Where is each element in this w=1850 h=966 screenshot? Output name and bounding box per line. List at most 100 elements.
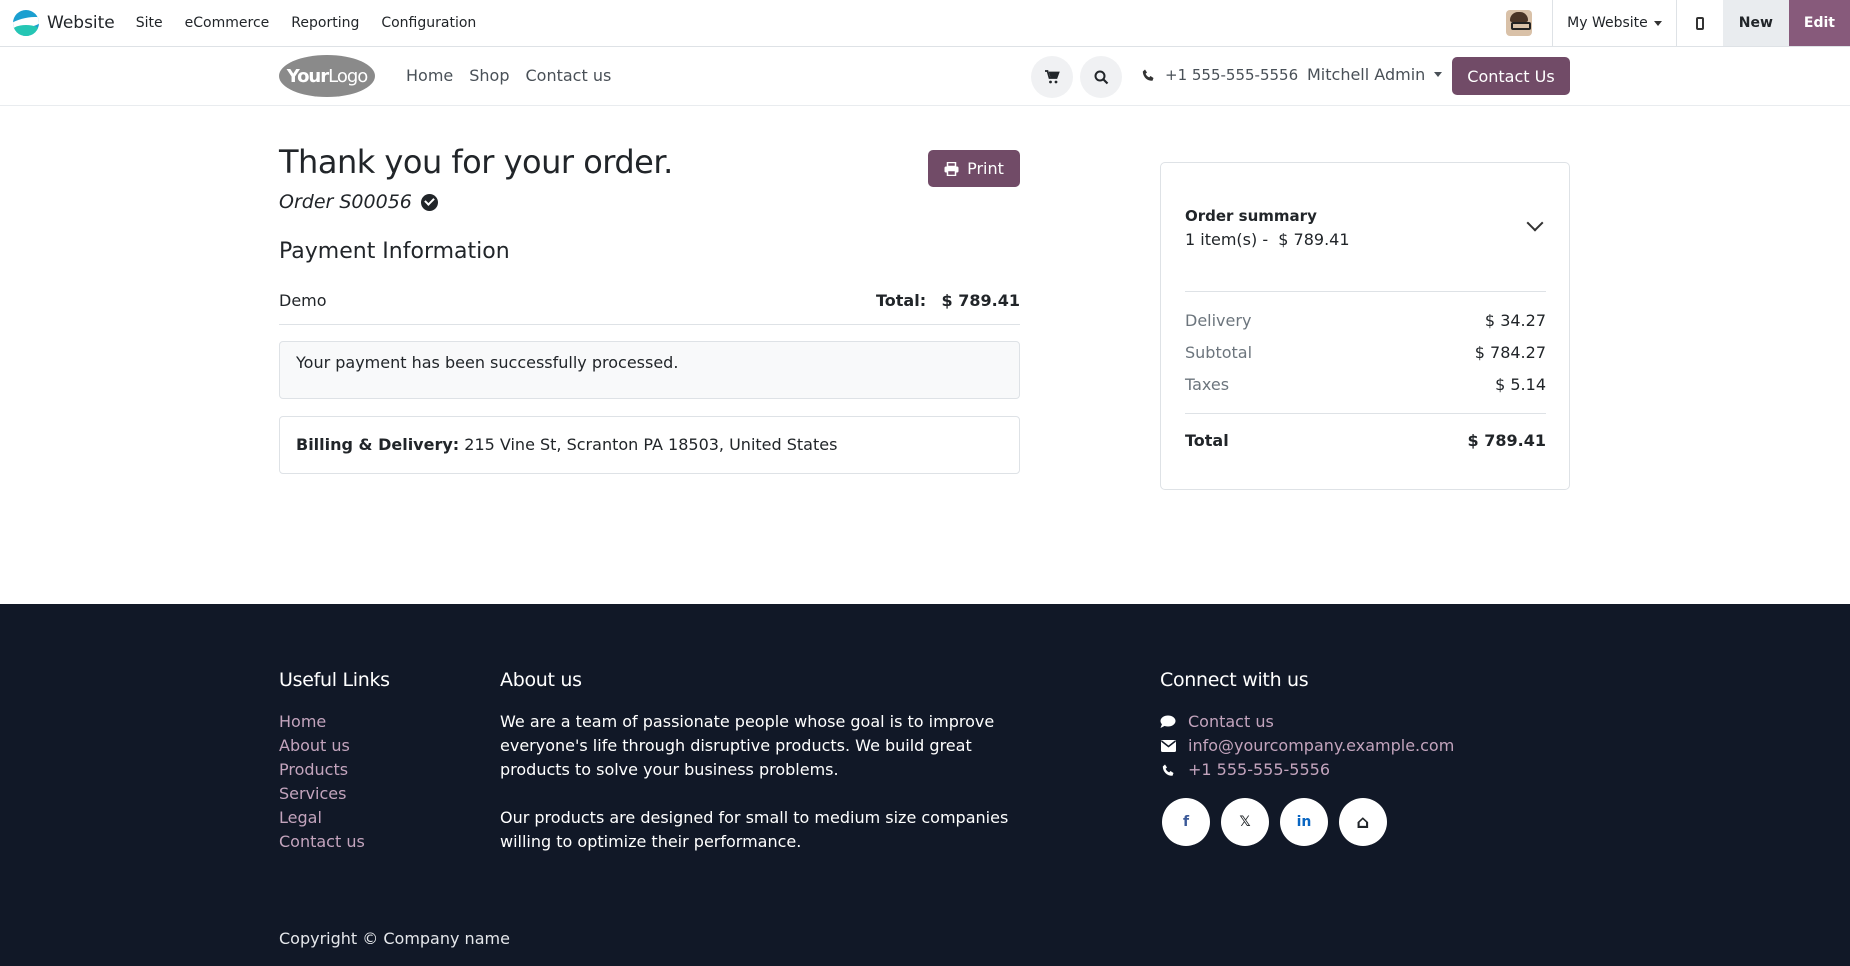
summary-row-value: $ 784.27	[1474, 343, 1546, 362]
search-icon	[1094, 70, 1108, 84]
website-selector[interactable]: My Website	[1553, 15, 1676, 31]
nav-shop[interactable]: Shop	[469, 66, 509, 85]
x-twitter-icon[interactable]: 𝕏	[1221, 798, 1269, 846]
header-phone[interactable]: +1 555-555-5556	[1142, 66, 1298, 84]
menu-item-reporting[interactable]: Reporting	[291, 15, 359, 31]
order-summary-card: Order summary 1 item(s) - $ 789.41 Deliv…	[1160, 162, 1570, 490]
admin-menu: Site eCommerce Reporting Configuration	[125, 15, 488, 31]
check-circle-icon	[420, 193, 438, 211]
chevron-down-icon[interactable]	[1526, 214, 1544, 232]
about-paragraph: Our products are designed for small to m…	[500, 808, 1009, 851]
logo-text-light: Logo	[328, 65, 368, 87]
about-heading: About us	[500, 669, 582, 691]
website-selector-label: My Website	[1567, 15, 1648, 31]
header-phone-number: +1 555-555-5556	[1165, 66, 1299, 84]
site-footer: Useful Links Home About us Products Serv…	[0, 604, 1850, 966]
mobile-preview-button[interactable]	[1677, 16, 1723, 30]
summary-row-value: $ 34.27	[1484, 311, 1546, 330]
footer-link-about-us[interactable]: About us	[279, 734, 365, 758]
summary-total-label: Total	[1185, 431, 1229, 450]
app-name: Website	[47, 13, 115, 33]
envelope-icon	[1160, 740, 1176, 752]
menu-item-site[interactable]: Site	[136, 15, 163, 31]
items-count: 1 item(s) -	[1185, 230, 1269, 249]
phone-icon	[1142, 69, 1154, 81]
social-links: f 𝕏 in ⌂	[1162, 798, 1387, 846]
footer-link-contact-us[interactable]: Contact us	[279, 830, 365, 854]
app-brand[interactable]: Website	[13, 10, 115, 36]
connect-phone-label: +1 555-555-5556	[1188, 760, 1331, 779]
connect-contact-label: Contact us	[1188, 712, 1274, 731]
menu-item-ecommerce[interactable]: eCommerce	[185, 15, 270, 31]
print-button[interactable]: Print	[928, 150, 1020, 187]
order-reference: Order S00056	[279, 191, 438, 213]
phone-icon	[1160, 764, 1176, 777]
logo-text-bold: Your	[286, 65, 329, 87]
items-total: $ 789.41	[1278, 230, 1350, 249]
caret-down-icon	[1434, 72, 1443, 77]
edit-button[interactable]: Edit	[1788, 0, 1850, 46]
divider	[1185, 413, 1546, 414]
facebook-icon[interactable]: f	[1162, 798, 1210, 846]
connect-list: Contact us info@yourcompany.example.com …	[1160, 710, 1454, 782]
footer-link-products[interactable]: Products	[279, 758, 365, 782]
payment-total-value: $ 789.41	[941, 291, 1020, 310]
order-summary-count: 1 item(s) - $ 789.41	[1185, 230, 1350, 249]
linkedin-icon[interactable]: in	[1280, 798, 1328, 846]
cart-icon	[1044, 70, 1060, 84]
summary-row-value: $ 5.14	[1495, 375, 1546, 394]
connect-phone[interactable]: +1 555-555-5556	[1160, 758, 1454, 782]
payment-status-message: Your payment has been successfully proce…	[296, 353, 679, 372]
useful-links-heading: Useful Links	[279, 669, 390, 691]
summary-total-value: $ 789.41	[1467, 431, 1546, 450]
menu-item-configuration[interactable]: Configuration	[381, 15, 476, 31]
connect-email-label: info@yourcompany.example.com	[1188, 736, 1455, 755]
contact-us-button[interactable]: Contact Us	[1452, 57, 1570, 95]
footer-link-legal[interactable]: Legal	[279, 806, 365, 830]
payment-heading: Payment Information	[279, 239, 510, 264]
user-name: Mitchell Admin	[1307, 65, 1426, 84]
mobile-icon	[1695, 16, 1704, 30]
payment-row: Demo Total: $ 789.41	[279, 280, 1020, 325]
site-header: Your Logo Home Shop Contact us +1 555-555…	[0, 47, 1850, 106]
print-icon	[944, 161, 959, 176]
comment-icon	[1160, 715, 1176, 729]
nav-home[interactable]: Home	[406, 66, 453, 85]
footer-link-home[interactable]: Home	[279, 710, 365, 734]
summary-row-delivery: Delivery $ 34.27	[1185, 311, 1546, 330]
search-button[interactable]	[1080, 56, 1122, 98]
website-app-icon	[13, 10, 39, 36]
order-number: Order S00056	[279, 191, 412, 213]
footer-link-services[interactable]: Services	[279, 782, 365, 806]
summary-row-label: Subtotal	[1185, 343, 1253, 362]
summary-row-total: Total $ 789.41	[1185, 431, 1546, 450]
summary-row-label: Taxes	[1185, 375, 1230, 394]
user-avatar[interactable]	[1506, 10, 1533, 36]
connect-heading: Connect with us	[1160, 669, 1309, 691]
summary-row-taxes: Taxes $ 5.14	[1185, 375, 1546, 394]
home-icon[interactable]: ⌂	[1339, 798, 1387, 846]
print-label: Print	[967, 159, 1004, 178]
payment-status-alert: Your payment has been successfully proce…	[279, 341, 1020, 399]
billing-label: Billing & Delivery:	[296, 435, 460, 454]
user-menu[interactable]: Mitchell Admin	[1307, 65, 1443, 84]
summary-row-subtotal: Subtotal $ 784.27	[1185, 343, 1546, 362]
about-paragraph: We are a team of passionate people whose…	[500, 712, 995, 779]
payment-total-label: Total:	[876, 291, 927, 310]
page-title: Thank you for your order.	[279, 143, 673, 181]
nav-contact-us[interactable]: Contact us	[526, 66, 612, 85]
payment-method: Demo	[279, 291, 327, 310]
billing-delivery-box: Billing & Delivery: 215 Vine St, Scranto…	[279, 416, 1020, 474]
connect-contact[interactable]: Contact us	[1160, 710, 1454, 734]
about-text: We are a team of passionate people whose…	[500, 710, 1030, 854]
site-nav: Home Shop Contact us	[406, 66, 611, 85]
new-button[interactable]: New	[1722, 0, 1789, 46]
cart-button[interactable]	[1031, 56, 1073, 98]
copyright: Copyright © Company name	[279, 929, 510, 948]
site-logo[interactable]: Your Logo	[279, 55, 375, 97]
billing-address: 215 Vine St, Scranton PA 18503, United S…	[464, 435, 838, 454]
useful-links-list: Home About us Products Services Legal Co…	[279, 710, 365, 854]
caret-down-icon	[1653, 20, 1662, 26]
order-summary-heading: Order summary	[1185, 207, 1317, 225]
connect-email[interactable]: info@yourcompany.example.com	[1160, 734, 1454, 758]
